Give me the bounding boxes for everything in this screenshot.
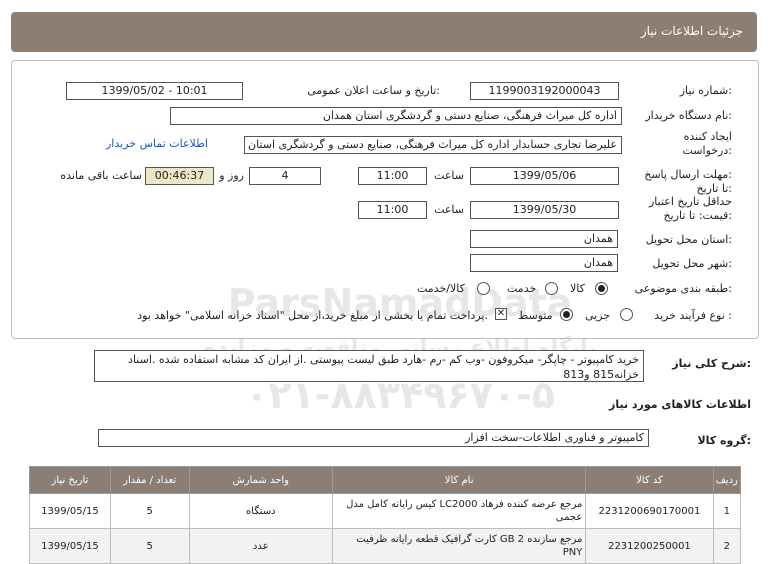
goods-info-title: اطلاعات کالاهای مورد نیاز [609,398,751,411]
col-row: ردیف [712,466,742,494]
purchase-medium-text: متوسط [518,309,553,322]
creator-label-2: درخواست: [682,144,733,157]
goods-group-label: گروه کالا: [697,434,751,447]
category-goods-service-radio[interactable] [477,282,490,295]
validity-time-label: ساعت [434,203,464,216]
cell-name: کیس رایانه کامل مدل LC2000 مرجع عرضه کنن… [331,493,587,529]
category-goods-radio[interactable] [595,282,608,295]
treasury-checkbox[interactable]: ✕ [495,308,507,320]
purchase-minor-text: جزیی [585,309,611,322]
purchase-minor-radio[interactable] [620,308,633,321]
need-number-field[interactable]: 1199003192000043 [470,82,619,100]
buyer-contact-link[interactable]: اطلاعات تماس خریدار [106,137,208,150]
page-title: جزئیات اطلاعات نیاز [640,24,743,38]
send-date-field[interactable]: 1399/05/06 [470,167,619,185]
category-goods-service-text: کالا/خدمت [417,282,465,295]
category-goods-text: کالا [570,282,585,295]
col-need-date: تاریخ نیاز [29,466,111,494]
province-field[interactable]: همدان [470,230,618,248]
col-unit: واحد شمارش [188,466,333,494]
cell-index: 2 [712,528,742,564]
days-remaining-field[interactable]: 4 [249,167,321,185]
province-label: استان محل تحویل: [645,233,732,246]
creator-field[interactable]: علیرضا تجاری حسابدار اداره کل میراث فرهن… [244,136,622,154]
announce-label: تاریخ و ساعت اعلان عمومی: [307,84,440,97]
need-number-label: شماره نیاز: [679,84,732,97]
cell-qty: 5 [109,493,190,529]
city-field[interactable]: همدان [470,254,618,272]
validity-label-2: قیمت: تا تاریخ: [663,209,732,222]
page-header: جزئیات اطلاعات نیاز [11,12,757,52]
cell-code: 2231200250001 [585,528,714,564]
goods-table: تاریخ نیاز تعداد / مقدار واحد شمارش نام … [29,466,742,564]
col-quantity: تعداد / مقدار [109,466,190,494]
need-details-panel [11,60,759,339]
treasury-payment-note: پرداخت تمام یا بخشی از مبلغ خرید،از محل … [137,309,488,322]
days-label: روز و [219,169,244,182]
send-deadline-label-1: مهلت ارسال پاسخ: [644,168,732,181]
remaining-time-field: 00:46:37 [145,167,214,185]
remaining-time-label: ساعت باقی مانده [60,169,142,182]
col-item-code: کد کالا [585,466,714,494]
city-label: شهر محل تحویل: [652,257,732,270]
validity-time-field[interactable]: 11:00 [358,201,427,219]
goods-group-field[interactable]: کامپیوتر و فناوری اطلاعات-سخت افزار [98,429,649,447]
category-label: طبقه بندی موضوعی: [634,282,732,295]
announce-datetime-field[interactable]: 1399/05/02 - 10:01 [66,82,243,100]
send-deadline-label-2: تا تاریخ: [696,182,732,195]
buyer-org-label: نام دستگاه خریدار: [645,109,732,122]
cell-name: کارت گرافیک قطعه رایانه ظرفیت GB 2 مرجع … [331,528,587,564]
cell-date: 1399/05/15 [29,528,111,564]
cell-qty: 5 [109,528,190,564]
col-item-name: نام کالا [331,466,587,494]
cell-date: 1399/05/15 [29,493,111,529]
cell-code: 2231200690170001 [585,493,714,529]
description-field[interactable]: خرید کامپیوتر - چاپگر- میکروفون -وب کم -… [94,350,644,382]
table-row[interactable]: 1399/05/15 5 عدد کارت گرافیک قطعه رایانه… [29,528,742,564]
buyer-org-field[interactable]: اداره کل میراث فرهنگی، صنایع دستی و گردش… [170,107,622,125]
table-row[interactable]: 1399/05/15 5 دستگاه کیس رایانه کامل مدل … [29,493,742,529]
validity-label-1: حداقل تاریخ اعتبار [648,195,732,208]
purchase-medium-radio[interactable] [560,308,573,321]
cell-index: 1 [712,493,742,529]
send-time-label: ساعت [434,169,464,182]
category-service-radio[interactable] [545,282,558,295]
cell-unit: عدد [188,528,333,564]
category-service-text: خدمت [507,282,537,295]
cell-unit: دستگاه [188,493,333,529]
description-label: شرح کلی نیاز: [672,357,751,370]
purchase-type-label: نوع فرآیند خرید : [654,309,732,322]
validity-date-field[interactable]: 1399/05/30 [470,201,619,219]
creator-label-1: ایجاد کننده [683,130,732,143]
send-time-field[interactable]: 11:00 [358,167,427,185]
